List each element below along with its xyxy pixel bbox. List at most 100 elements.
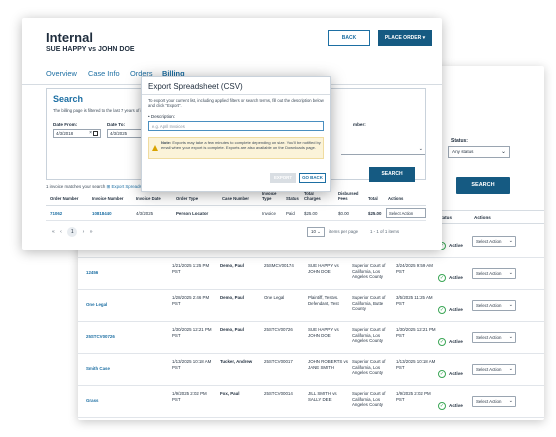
row-action-select[interactable]: Select Action ⌄: [472, 396, 516, 407]
status-label: Active: [449, 371, 463, 377]
per-page-select[interactable]: 10 ⌄: [307, 227, 325, 237]
caret-down-icon: ▾: [422, 35, 426, 41]
case-number: 25STCV00014: [264, 391, 293, 396]
next-page-icon[interactable]: ›: [83, 229, 85, 235]
filed-date: 1/30/2025 12:21 PM PST: [396, 327, 436, 338]
invoice-type: Invoice: [262, 211, 276, 216]
tab-case-info[interactable]: Case Info: [88, 69, 120, 78]
date-from-field[interactable]: 4/3/2018 ×: [53, 129, 101, 138]
table-row: 25STCV00726 1/30/2025 12:21 PM PST Demo, P…: [78, 322, 544, 354]
case-title: SUE HAPPY vs JOHN DOE: [308, 327, 339, 338]
pagination: « ‹ 1 › »: [52, 227, 92, 237]
status-indicator: ✓Active: [438, 365, 463, 383]
case-id-link[interactable]: One Legal: [86, 302, 166, 308]
court-name: Superior Court of California, Los Angele…: [352, 391, 386, 408]
column-header: Total: [368, 196, 378, 201]
status-label: Active: [449, 243, 463, 249]
export-note: Note: Exports may take a few minutes to …: [148, 137, 324, 159]
column-header: Actions: [388, 196, 404, 201]
tab-overview[interactable]: Overview: [46, 69, 77, 78]
case-number: 25SMCV00174: [264, 263, 294, 268]
export-button[interactable]: EXPORT: [270, 173, 296, 183]
row-action-select[interactable]: Select Action ⌄: [472, 300, 516, 311]
created-date: 1/21/2025 1:25 PM PST: [172, 263, 210, 274]
page-number[interactable]: 1: [67, 227, 78, 237]
date-to-field[interactable]: 4/3/2025: [107, 129, 145, 138]
created-by: Demo, Paul: [220, 263, 244, 268]
case-id-link[interactable]: 25STCV00726: [86, 334, 166, 340]
prev-page-icon[interactable]: ‹: [60, 229, 62, 235]
table-row: One Legal 1/28/2025 2:46 PM PST Demo, Paul…: [78, 290, 544, 322]
column-header: Case Number: [222, 196, 249, 201]
invoice-number-link[interactable]: 10818440: [92, 211, 112, 216]
total: $25.00: [368, 211, 382, 216]
column-header: Status: [286, 196, 299, 201]
column-header: Invoice Date: [136, 196, 161, 201]
chevron-down-icon: ⌄: [508, 366, 513, 372]
invoice-table-header: Order Number Invoice Number Invoice Date…: [46, 190, 426, 206]
court-name: Superior Court of California, Los Angele…: [352, 359, 386, 376]
row-action-select[interactable]: Select Action: [386, 208, 426, 218]
export-spreadsheet-dialog: Export Spreadsheet (CSV) To export your …: [141, 76, 331, 192]
date-from-label: Date From:: [53, 122, 78, 127]
created-by: Tucker, Andrew: [220, 359, 253, 364]
chevron-down-icon: ⌄: [508, 302, 513, 308]
export-icon: ⊞: [106, 184, 111, 189]
status-indicator: ✓Active: [438, 269, 463, 287]
clear-icon[interactable]: ×: [89, 130, 92, 136]
table-row: 12456 1/21/2025 1:25 PM PST Demo, Paul 25SM…: [78, 258, 544, 290]
row-action-select[interactable]: Select Action ⌄: [472, 364, 516, 375]
place-order-button[interactable]: PLACE ORDER ▾: [378, 30, 432, 46]
table-row: 71062 10818440 4/3/2025 Person Locator I…: [46, 207, 426, 221]
case-id-link[interactable]: 12456: [86, 270, 166, 276]
invoice-status: Paid: [286, 211, 295, 216]
search-description: The billing page is filtered to the last…: [53, 108, 142, 113]
table-row: Grass 1/9/2025 2:02 PM PST Fox, Paul 25STCV…: [78, 386, 544, 418]
dialog-title: Export Spreadsheet (CSV): [148, 82, 243, 91]
created-by: Fox, Paul: [220, 391, 240, 396]
created-by: Demo, Paul: [220, 295, 244, 300]
date-to-label: Date To:: [107, 122, 126, 127]
items-per-page: 10 ⌄ items per page: [307, 227, 358, 237]
actions-column-header: Actions: [474, 215, 491, 220]
order-number-label: mber:: [353, 122, 366, 127]
search-title: Search: [53, 94, 84, 104]
status-indicator: ✓Active: [438, 333, 463, 351]
order-number-select[interactable]: ⌄: [341, 146, 425, 155]
case-number: One Legal: [264, 295, 285, 300]
row-action-select[interactable]: Select Action ⌄: [472, 332, 516, 343]
created-date: 1/9/2025 2:02 PM PST: [172, 391, 207, 402]
go-back-button[interactable]: GO BACK: [299, 173, 326, 183]
check-circle-icon: ✓: [438, 337, 446, 346]
check-circle-icon: ✓: [438, 401, 446, 410]
column-header: Invoice Type: [262, 191, 277, 201]
order-number-link[interactable]: 71062: [50, 211, 62, 216]
last-page-icon[interactable]: »: [90, 229, 93, 235]
case-id-link[interactable]: Grass: [86, 398, 166, 404]
first-page-icon[interactable]: «: [52, 229, 55, 235]
status-filter-select[interactable]: Any status ⌄: [448, 146, 510, 158]
chevron-down-icon: ⌄: [508, 398, 513, 404]
invoice-date: 4/3/2025: [136, 211, 154, 216]
row-action-select[interactable]: Select Action ⌄: [472, 268, 516, 279]
calendar-icon[interactable]: [93, 131, 98, 136]
case-id-link[interactable]: Smith Case: [86, 366, 166, 372]
description-input[interactable]: e.g. April Invoices: [148, 121, 324, 131]
case-subtitle: SUE HAPPY vs JOHN DOE: [46, 46, 135, 53]
case-title: Plaintiff, Testvs. Defendant, Test: [308, 295, 339, 306]
created-date: 1/28/2025 2:46 PM PST: [172, 295, 210, 306]
chevron-down-icon: ⌄: [508, 238, 513, 244]
chevron-down-icon: ⌄: [508, 270, 513, 276]
items-range: 1 - 1 of 1 items: [370, 229, 400, 234]
warning-icon: [152, 145, 158, 151]
status-indicator: ✓Active: [438, 397, 463, 415]
case-title: JOHN ROBERTS vs JANE SMITH: [308, 359, 348, 370]
divider: [142, 94, 330, 95]
row-action-select[interactable]: Select Action ⌄: [472, 236, 516, 247]
case-number: 25STCV00726: [264, 327, 293, 332]
column-header: Order Type: [176, 196, 199, 201]
search-button[interactable]: SEARCH: [456, 177, 510, 194]
column-header: Order Number: [50, 196, 79, 201]
back-button[interactable]: BACK: [328, 30, 370, 46]
search-button[interactable]: SEARCH: [369, 167, 415, 182]
